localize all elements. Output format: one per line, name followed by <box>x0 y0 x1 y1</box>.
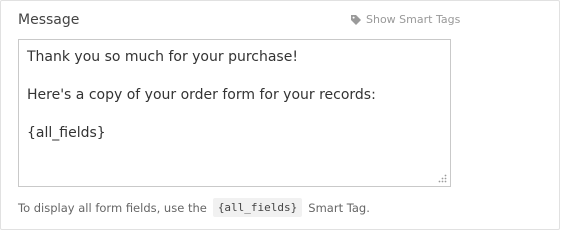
resize-handle-icon[interactable] <box>438 174 447 183</box>
show-smart-tags-label: Show Smart Tags <box>366 13 461 26</box>
field-label: Message <box>18 12 80 28</box>
all-fields-code: {all_fields} <box>212 198 303 217</box>
message-textarea[interactable]: Thank you so much for your purchase! Her… <box>18 39 451 187</box>
help-prefix: To display all form fields, use the <box>18 200 207 215</box>
textarea-blank-line <box>27 67 442 86</box>
message-field-panel: Message Show Smart Tags Thank you so muc… <box>0 0 560 230</box>
textarea-line: {all_fields} <box>27 125 106 141</box>
textarea-line: Here's a copy of your order form for you… <box>27 87 376 103</box>
help-suffix: Smart Tag. <box>308 200 370 215</box>
textarea-blank-line <box>27 105 442 124</box>
textarea-line: Thank you so much for your purchase! <box>27 49 298 65</box>
show-smart-tags-link[interactable]: Show Smart Tags <box>350 13 460 26</box>
help-text: To display all form fields, use the {all… <box>18 198 370 217</box>
tag-icon <box>350 14 362 26</box>
